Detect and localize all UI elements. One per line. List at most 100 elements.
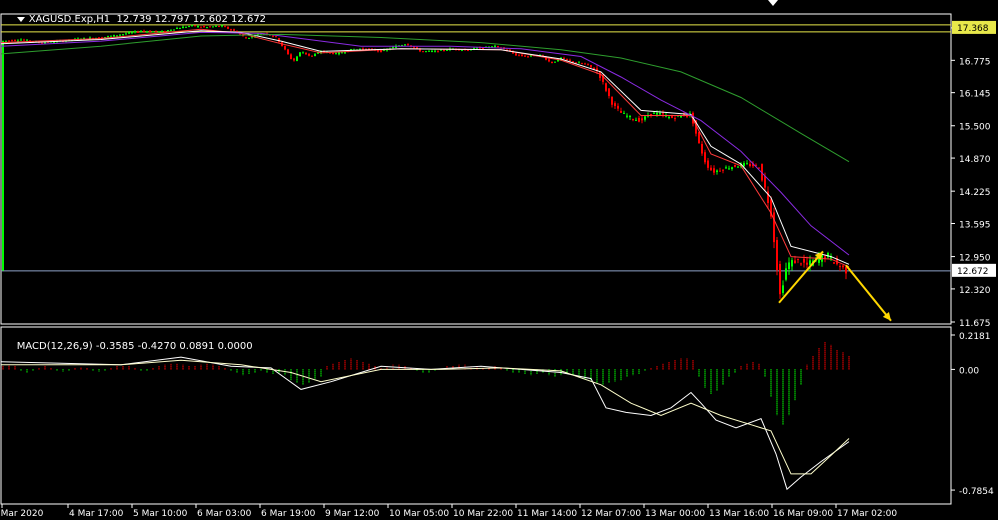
candle-body <box>581 63 583 65</box>
candle-body <box>584 63 586 65</box>
candle-body <box>341 52 343 54</box>
candle-body <box>467 50 469 52</box>
candle-body <box>272 35 274 37</box>
candle-body <box>20 39 22 41</box>
time-tick-label: 10 Mar 05:00 <box>389 509 449 519</box>
candle-body <box>518 54 520 56</box>
candle-body <box>290 54 292 60</box>
candle-body <box>668 117 670 119</box>
candle-body <box>803 258 805 263</box>
candle-body <box>5 40 7 42</box>
candle-body <box>641 118 643 121</box>
current-price-label: 12.672 <box>957 267 989 277</box>
price-tick-label: 16.775 <box>959 57 991 67</box>
candle-body <box>311 55 313 57</box>
candle-body <box>524 55 526 57</box>
candle-body <box>623 112 625 114</box>
candle-body <box>551 61 553 64</box>
candle-body <box>617 105 619 109</box>
candle-body <box>707 160 709 168</box>
candle-body <box>434 50 436 52</box>
scroll-control[interactable] <box>768 0 778 6</box>
candle-body <box>776 240 778 271</box>
price-tick-label: 12.320 <box>959 286 991 296</box>
price-tick-label: 16.145 <box>959 90 991 100</box>
candle-body <box>287 49 289 55</box>
time-tick-label: 12 Mar 07:00 <box>581 509 641 519</box>
candle-body <box>44 42 46 44</box>
chevron-down-icon[interactable] <box>16 16 25 22</box>
candle-body <box>701 143 703 154</box>
candle-body <box>89 37 91 39</box>
time-tick-label: 6 Mar 19:00 <box>261 509 316 519</box>
candle-body <box>404 44 406 46</box>
candle-body <box>248 37 250 39</box>
candle-body <box>590 64 592 68</box>
candle-body <box>794 260 796 264</box>
candle-body <box>713 168 715 173</box>
candle-body <box>833 262 835 264</box>
candle-body <box>554 61 556 63</box>
candle-body <box>332 53 334 55</box>
macd-tick-label: -0.7854 <box>959 487 994 497</box>
time-tick-label: 4 Mar 17:00 <box>69 509 124 519</box>
candle-body <box>83 37 85 39</box>
candle-body <box>308 53 310 56</box>
time-tick-label: 4 Mar 2020 <box>0 509 44 519</box>
candle-body <box>611 96 613 105</box>
chart-title: XAGUSD.Exp,H1 12.739 12.797 12.602 12.67… <box>4 3 266 36</box>
candle-body <box>26 39 28 41</box>
candle-body <box>605 83 607 91</box>
candle-body <box>431 50 433 52</box>
candle-body <box>746 163 748 165</box>
candle-body <box>491 46 493 48</box>
candle-body <box>764 175 766 188</box>
candle-body <box>653 112 655 114</box>
candle-body <box>743 162 745 167</box>
candle-body <box>614 103 616 106</box>
candle-body <box>440 49 442 51</box>
candle-body <box>566 58 568 60</box>
candle-body <box>497 46 499 48</box>
candle-body <box>11 40 13 42</box>
candle-body <box>842 265 844 268</box>
candle-body <box>344 52 346 54</box>
candle-body <box>578 62 580 64</box>
candle-body <box>791 260 793 267</box>
candle-body <box>362 48 364 50</box>
price-tick-label: 14.225 <box>959 188 991 198</box>
candle-body <box>698 132 700 144</box>
candle-body <box>23 39 25 41</box>
candle-body <box>656 112 658 115</box>
candle-body <box>788 262 790 269</box>
time-tick-label: 11 Mar 14:00 <box>517 509 577 519</box>
candle-body <box>737 166 739 168</box>
chart-window: 17.368 16.775 16.145 15.500 14.870 14.225 13.5… <box>0 0 998 520</box>
ohlc-readout: 12.739 12.797 12.602 12.672 <box>116 14 267 25</box>
candle-body <box>785 268 787 280</box>
candle-body <box>380 50 382 53</box>
candle-body <box>275 36 277 38</box>
candle-body <box>17 40 19 42</box>
candle-body <box>494 45 496 47</box>
candle-body <box>587 63 589 65</box>
time-tick-label: 5 Mar 10:00 <box>133 509 188 519</box>
candle-body <box>428 50 430 52</box>
candle-body <box>461 49 463 51</box>
candle-body <box>548 59 550 62</box>
price-tick-label: 12.950 <box>959 254 991 264</box>
price-tick-label: 14.870 <box>959 155 991 165</box>
candle-body <box>662 113 664 115</box>
candle-body <box>644 116 646 120</box>
candle-body <box>731 167 733 170</box>
candle-body <box>782 285 784 293</box>
candle-body <box>407 44 409 46</box>
candle-body <box>674 118 676 120</box>
time-tick-label: 17 Mar 02:00 <box>837 509 897 519</box>
candle-body <box>338 52 340 55</box>
price-chart[interactable]: 17.368 16.775 16.145 15.500 14.870 14.225 13.5… <box>0 0 998 520</box>
price-tick-label: 11.675 <box>959 319 991 329</box>
candle-body <box>800 263 802 265</box>
candle-body <box>659 112 661 115</box>
candle-body <box>710 167 712 171</box>
